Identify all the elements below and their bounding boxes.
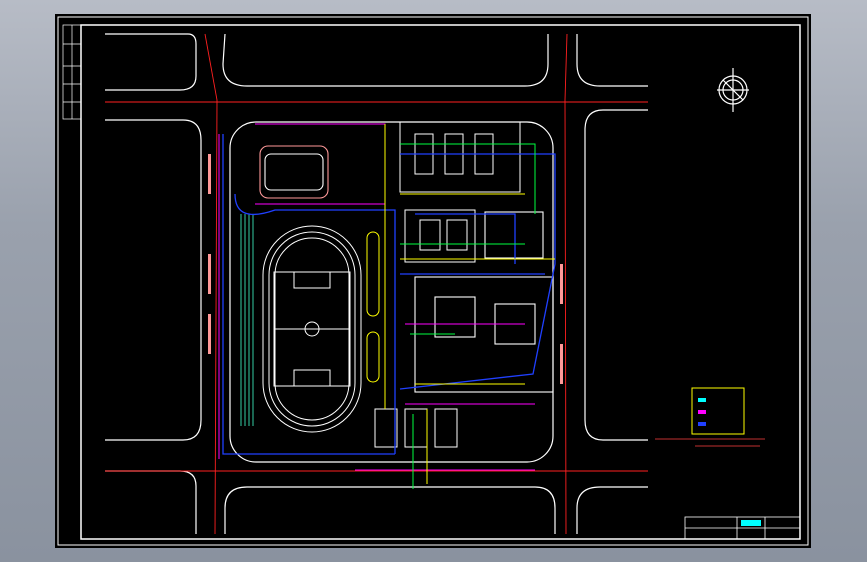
building-complex (374, 121, 521, 448)
legend-swatch (698, 398, 706, 402)
binding-strip (62, 24, 82, 120)
cad-drawing-sheet (55, 14, 811, 548)
power-pipeline (218, 123, 535, 471)
legend-swatch (698, 422, 706, 426)
bleachers (240, 214, 254, 426)
legend-swatch (698, 410, 706, 414)
running-track (262, 225, 362, 433)
telecom-pipeline (400, 143, 536, 489)
red-lines (105, 33, 648, 535)
legend (691, 387, 745, 435)
water-pipeline (222, 134, 556, 455)
green-strips (366, 231, 380, 383)
outer-frame (57, 16, 809, 546)
roads (105, 33, 648, 534)
notes-block (655, 438, 765, 447)
buildings (259, 145, 554, 393)
title-block (684, 516, 801, 540)
compass-north-icon (717, 68, 749, 112)
site-plan-drawing (57, 16, 809, 546)
